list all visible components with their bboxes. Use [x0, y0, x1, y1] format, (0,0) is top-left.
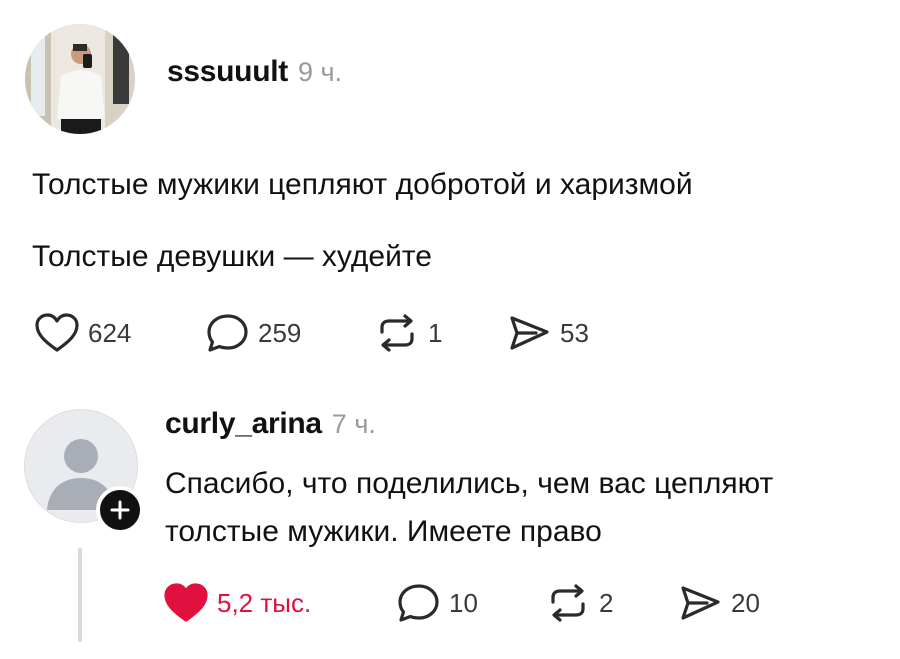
comment-button[interactable]: 259: [204, 312, 374, 354]
reply-comment-button[interactable]: 10: [395, 582, 545, 624]
speech-bubble-icon: [398, 584, 439, 622]
reply-author-name[interactable]: curly_arina: [165, 407, 322, 441]
reply-share-button[interactable]: 20: [677, 582, 760, 624]
repost-count: 1: [428, 317, 443, 348]
heart-icon: [35, 313, 79, 352]
paper-plane-icon: [681, 586, 720, 620]
share-button[interactable]: 53: [506, 312, 589, 354]
reply-text: Спасибо, что поделились, чем вас цепляют…: [165, 460, 773, 556]
post-text-line: Толстые девушки — худейте: [32, 240, 432, 273]
repost-icon: [551, 584, 585, 622]
reply-share-count: 20: [731, 587, 760, 618]
paper-plane-icon: [510, 316, 549, 350]
share-count: 53: [560, 317, 589, 348]
post-actions: 624 259 1 53: [34, 312, 589, 354]
like-button[interactable]: 624: [34, 312, 204, 354]
comment-count: 259: [258, 317, 302, 348]
reply-comment-count: 10: [449, 587, 478, 618]
follow-button[interactable]: [96, 486, 144, 534]
author-avatar[interactable]: [25, 24, 135, 134]
post-text-line: Толстые мужики цепляют добротой и харизм…: [32, 168, 693, 201]
like-count: 624: [88, 317, 132, 348]
reply-repost-count: 2: [599, 587, 614, 618]
repost-icon: [380, 314, 414, 352]
repost-button[interactable]: 1: [374, 312, 506, 354]
thread-view: sssuuult 9 ч. Толстые мужики цепляют доб…: [0, 0, 900, 659]
reply-repost-button[interactable]: 2: [545, 582, 677, 624]
post-author-name[interactable]: sssuuult: [167, 55, 288, 89]
post-timestamp: 9 ч.: [297, 57, 343, 87]
post-header: sssuuult 9 ч.: [167, 55, 342, 89]
reply-text-line: толстые мужики. Имеете право: [165, 515, 602, 548]
reply-like-button[interactable]: 5,2 тыс.: [163, 582, 395, 624]
reply-like-count: 5,2 тыс.: [217, 587, 312, 618]
reply-timestamp: 7 ч.: [331, 409, 376, 439]
reply-text-line: Спасибо, что поделились, чем вас цепляют: [165, 467, 774, 500]
heart-icon: [164, 583, 208, 622]
reply-header: curly_arina 7 ч.: [165, 407, 376, 441]
speech-bubble-icon: [207, 314, 248, 352]
plus-icon: [110, 500, 130, 520]
thread-connector-line: [78, 548, 82, 642]
reply-actions: 5,2 тыс. 10 2 20: [163, 582, 760, 624]
